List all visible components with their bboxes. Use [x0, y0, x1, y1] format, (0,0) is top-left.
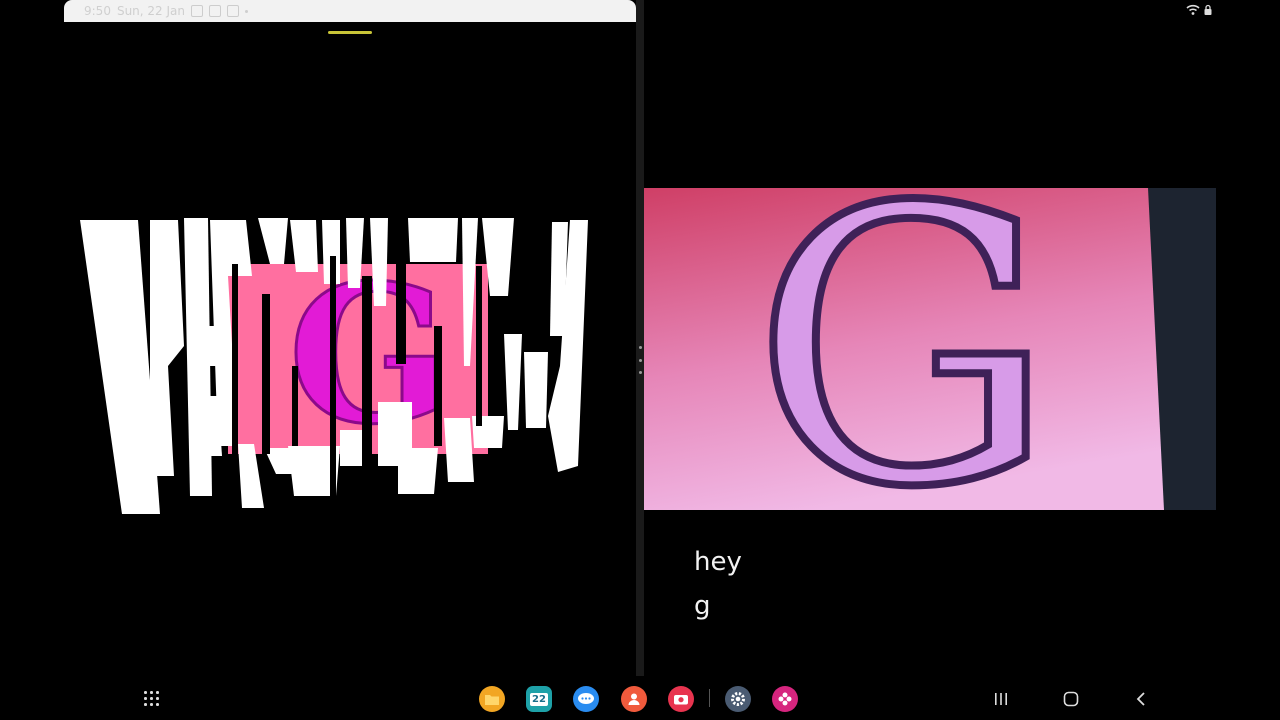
glitch-image: G [80, 218, 588, 514]
caption-text: hey g [694, 540, 742, 628]
wifi-icon [1186, 4, 1200, 16]
right-status-icons [1186, 4, 1212, 16]
settings-icon[interactable] [725, 686, 751, 712]
contacts-icon[interactable] [621, 686, 647, 712]
recent-apps-button[interactable] [988, 686, 1014, 712]
caption-line-2: g [694, 591, 711, 621]
gallery-icon[interactable] [772, 686, 798, 712]
messages-icon[interactable] [573, 686, 599, 712]
taskbar-separator [709, 689, 710, 707]
screenshot-icon [191, 5, 203, 17]
battery-lock-icon [1204, 4, 1212, 16]
letter-g-photo: G [644, 188, 1216, 510]
left-app-window: 9:50 Sun, 22 Jan G [64, 0, 636, 676]
divider-handle[interactable] [638, 346, 642, 374]
photo-letter: G [752, 188, 1056, 510]
window-drag-handle[interactable] [328, 31, 372, 34]
home-button[interactable] [1058, 686, 1084, 712]
right-app-window: G hey g [644, 0, 1280, 676]
more-notifications-dot [245, 9, 248, 13]
split-view-divider[interactable] [636, 0, 644, 676]
status-bar: 9:50 Sun, 22 Jan [64, 0, 636, 22]
caption-line-1: hey [694, 547, 742, 577]
calendar-icon[interactable]: 22 [526, 686, 552, 712]
gallery-notification-icon [227, 5, 239, 17]
calendar-day: 22 [530, 692, 548, 706]
back-button[interactable] [1128, 686, 1154, 712]
status-date: Sun, 22 Jan [116, 4, 185, 18]
my-files-icon[interactable] [479, 686, 505, 712]
camera-icon[interactable] [668, 686, 694, 712]
screen-record-icon [209, 5, 221, 17]
taskbar: 22 [0, 676, 1280, 720]
apps-grid-icon[interactable] [144, 691, 160, 707]
status-time: 9:50 [84, 4, 111, 18]
